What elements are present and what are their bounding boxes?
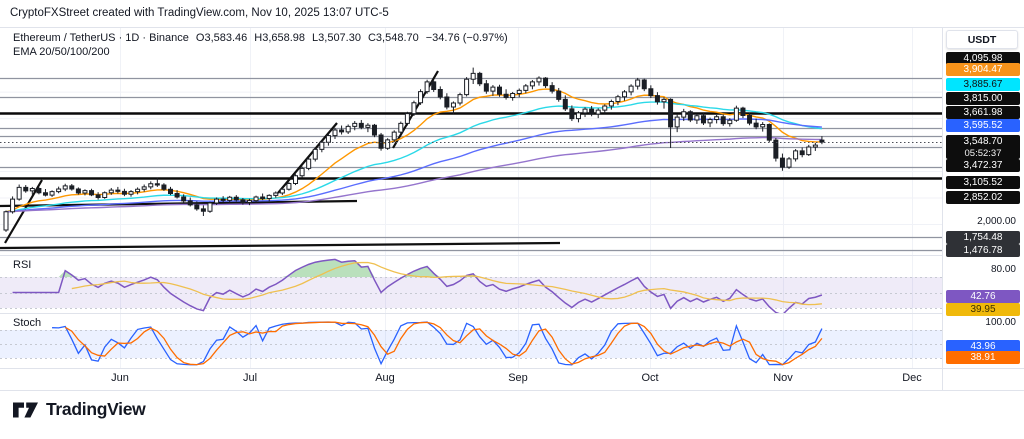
ohlc-high: H3,658.98 [254,32,306,44]
price-scale-label: 3,548.70 05:52:37 [946,135,1020,159]
price-scale-label: 3,661.98 [946,105,1020,119]
time-axis-label: Sep [508,372,528,384]
price-scale-label: 100.00 [985,316,1016,328]
price-scale-label: 3,904.47 [946,62,1020,76]
symbol-title[interactable]: Ethereum / TetherUS · 1D · Binance [13,32,189,44]
price-scale-label: 3,595.52 [946,118,1020,132]
time-axis-label: Jul [242,372,258,384]
price-scale-label: 38.91 [946,350,1020,364]
countdown-timer: 05:52:37 [964,148,1002,159]
time-axis-label: Nov [773,372,793,384]
price-scale-label: 3,105.52 [946,175,1020,189]
stoch-label[interactable]: Stoch [13,317,41,329]
tradingview-logo-text[interactable]: TradingView [46,399,146,420]
price-scale-label: 42.76 [946,289,1020,303]
ohlc-open: O3,583.46 [195,32,248,44]
tradingview-footer: TradingView [12,399,146,420]
time-axis-label: Dec [902,372,922,384]
ema-legend[interactable]: EMA 20/50/100/200 [13,45,515,59]
change-value: −34.76 (−0.97%) [425,32,508,44]
rsi-label[interactable]: RSI [13,259,31,271]
price-scale-label: 1,754.48 [946,230,1020,244]
tradingview-chart-screenshot: CryptoFXStreet created with TradingView.… [0,0,1024,439]
price-scale-label: 1,476.78 [946,243,1020,257]
price-scale-label: 3,885.67 [946,77,1020,91]
symbol-legend: Ethereum / TetherUS · 1D · Binance O3,583… [13,31,515,59]
price-scale-label: 3,472.37 [946,158,1020,172]
price-scale-label: 39.95 [946,302,1020,316]
attribution-bar: CryptoFXStreet created with TradingView.… [0,0,1024,27]
time-axis-label: Aug [375,372,395,384]
credit-text: CryptoFXStreet created with TradingView.… [10,7,389,19]
price-scale-label: 80.00 [990,263,1016,275]
ohlc-close: C3,548.70 [367,32,419,44]
price-scale-label: 2,000.00 [977,215,1016,227]
currency-unit-button[interactable]: USDT [946,30,1018,49]
time-axis-label: Jun [111,372,129,384]
time-axis-label: Oct [641,372,659,384]
price-scale-label: 3,815.00 [946,91,1020,105]
tradingview-logo-icon[interactable] [12,400,39,420]
price-scale-label: 2,852.02 [946,190,1020,204]
ohlc-low: L3,507.30 [312,32,361,44]
